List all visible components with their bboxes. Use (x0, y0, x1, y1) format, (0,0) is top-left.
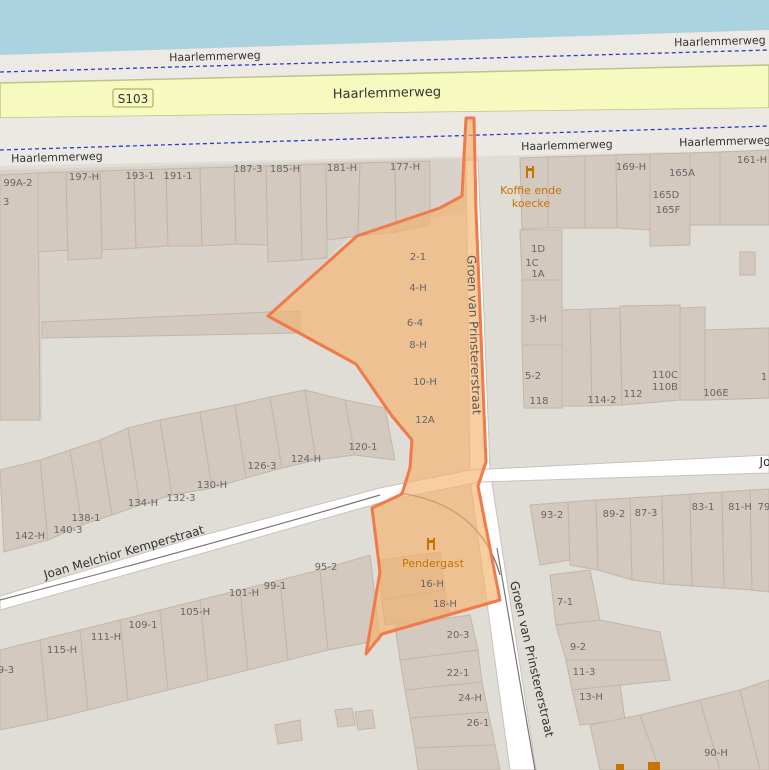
house-number: 18-H (433, 599, 457, 610)
house-number: 9-2 (570, 642, 586, 653)
map-canvas[interactable]: S103 Haarlemmerweg Haarlemmerweg Haarlem… (0, 0, 769, 770)
house-number: 10-H (413, 377, 437, 388)
house-number: 90-H (704, 748, 728, 759)
house-number: 81-H (728, 502, 752, 513)
house-number: 140-3 (53, 525, 82, 536)
house-number: 1C (525, 258, 538, 269)
house-number: 132-3 (166, 493, 195, 504)
house-number: 111-H (91, 632, 121, 643)
poi-koffie-line1: Koffie ende (500, 184, 562, 197)
house-number: 115-H (47, 645, 77, 656)
house-number: 110C (652, 370, 678, 381)
house-number: 95-2 (315, 562, 338, 573)
poi-koffie-line2: koecke (512, 197, 551, 210)
house-number: 169-H (616, 162, 646, 173)
road-label-jo-fragment: Jo (759, 455, 769, 469)
house-number: 2-1 (410, 252, 426, 263)
path-label-south-right: Haarlemmerweg (679, 134, 769, 150)
house-number: 165D (653, 190, 680, 201)
house-number: 124-H (291, 454, 321, 465)
house-number: 13-H (579, 692, 603, 703)
house-number: 120-1 (348, 442, 377, 453)
house-number: 177-H (390, 162, 420, 173)
house-number: 112 (623, 389, 642, 400)
house-number: 4-H (409, 283, 427, 294)
house-number: 197-H (69, 172, 99, 183)
house-number: 105-H (180, 607, 210, 618)
house-number: 8-H (409, 340, 427, 351)
house-number: 5-2 (525, 371, 541, 382)
house-number: 79 (758, 502, 769, 513)
house-number: 99-1 (264, 581, 287, 592)
bar-icon (616, 764, 624, 770)
house-number: 3 (3, 197, 9, 208)
house-number: 185-H (270, 164, 300, 175)
house-number: 106E (703, 388, 728, 399)
house-number: 191-1 (163, 171, 192, 182)
house-number: 110B (652, 382, 678, 393)
house-number: 126-3 (247, 461, 276, 472)
house-number: 134-H (128, 498, 158, 509)
house-number: 20-3 (447, 630, 470, 641)
house-number: 26-1 (467, 718, 490, 729)
house-number: 1A (531, 269, 544, 280)
house-number: 161-H (737, 155, 767, 166)
house-number: 1D (531, 244, 545, 255)
house-number: 101-H (229, 588, 259, 599)
house-number: 130-H (197, 480, 227, 491)
house-number: 83-1 (692, 502, 715, 513)
house-number: 138-1 (71, 513, 100, 524)
house-number: 16-H (420, 579, 444, 590)
route-shield-s103: S103 (118, 92, 149, 106)
map-view[interactable]: S103 Haarlemmerweg Haarlemmerweg Haarlem… (0, 0, 769, 770)
path-label-north-right: Haarlemmerweg (674, 34, 766, 50)
house-number: 165F (656, 205, 681, 216)
house-number: 24-H (458, 693, 482, 704)
house-number: 114-2 (587, 395, 616, 406)
house-number: 109-1 (128, 620, 157, 631)
road-label-haarlemmerweg: Haarlemmerweg (333, 85, 442, 102)
path-label-south-mid: Haarlemmerweg (521, 138, 613, 154)
house-number: 22-1 (447, 668, 470, 679)
house-number: 12A (415, 415, 435, 426)
house-number: 99A-2 (3, 178, 32, 189)
house-number: 9-3 (0, 665, 14, 676)
house-number: 11-3 (573, 667, 596, 678)
path-label-south-left: Haarlemmerweg (11, 150, 103, 166)
poi-pendergast: Pendergast (402, 557, 465, 570)
path-label-north-left: Haarlemmerweg (169, 49, 261, 65)
house-number: 3-H (529, 314, 547, 325)
house-number: 193-1 (125, 171, 154, 182)
house-number: 7-1 (557, 597, 573, 608)
house-number: 165A (669, 168, 695, 179)
house-number: 93-2 (541, 510, 564, 521)
house-number: 6-4 (407, 318, 423, 329)
shop-icon (648, 762, 660, 770)
house-number: 87-3 (635, 508, 658, 519)
house-number: 1 (761, 372, 767, 383)
house-number: 118 (529, 396, 548, 407)
house-number: 181-H (327, 163, 357, 174)
house-number: 142-H (15, 531, 45, 542)
house-number: 89-2 (603, 509, 626, 520)
house-number: 187-3 (233, 164, 262, 175)
